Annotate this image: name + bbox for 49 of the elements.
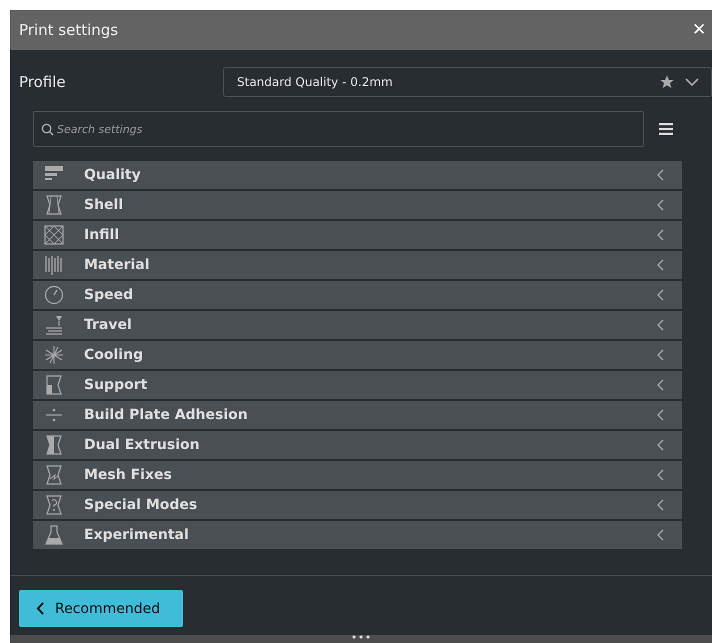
- chevron-left-icon: [656, 259, 666, 271]
- category-header[interactable]: Support: [33, 371, 682, 399]
- fan-icon: [44, 345, 64, 365]
- gauge-icon: [44, 285, 64, 305]
- profile-dropdown[interactable]: Standard Quality - 0.2mm: [223, 67, 712, 97]
- close-button[interactable]: ✕: [692, 20, 712, 40]
- category-header[interactable]: Quality: [33, 161, 682, 189]
- support-icon: [44, 375, 64, 395]
- chevron-left-icon: [656, 289, 666, 301]
- recommended-button[interactable]: Recommended: [19, 590, 183, 627]
- chevron-left-icon: [656, 499, 666, 511]
- category-header[interactable]: Experimental: [33, 521, 682, 549]
- nozzle-icon: [44, 315, 64, 335]
- category-header[interactable]: Travel: [33, 311, 682, 339]
- category-header[interactable]: Special Modes: [33, 491, 682, 519]
- category-header[interactable]: Mesh Fixes: [33, 461, 682, 489]
- category-header[interactable]: Material: [33, 251, 682, 279]
- vase-icon: [44, 465, 64, 485]
- chevron-left-icon: [656, 229, 666, 241]
- search-icon: [41, 123, 54, 136]
- chevron-left-icon: [656, 199, 666, 211]
- window-title: Print settings: [19, 21, 118, 39]
- star-icon[interactable]: [659, 74, 675, 90]
- vase-icon: [44, 435, 64, 455]
- chevron-left-icon: [656, 379, 666, 391]
- chevron-left-icon: [656, 169, 666, 181]
- vase-icon: [44, 195, 64, 215]
- grip-icon[interactable]: [351, 635, 371, 639]
- chevron-left-icon: [656, 319, 666, 331]
- category-header[interactable]: Infill: [33, 221, 682, 249]
- flask-icon: [44, 525, 64, 545]
- chevron-left-icon: [656, 439, 666, 451]
- profile-label: Profile: [19, 73, 67, 91]
- chevron-left-icon: [656, 409, 666, 421]
- chevron-left-icon: [656, 469, 666, 481]
- category-header[interactable]: Speed: [33, 281, 682, 309]
- search-field[interactable]: Search settings: [33, 111, 644, 147]
- chevron-left-icon: [656, 529, 666, 541]
- chevron-left-icon: [656, 349, 666, 361]
- lines-icon: [44, 255, 64, 275]
- category-header[interactable]: Cooling: [33, 341, 682, 369]
- menu-icon[interactable]: [659, 123, 673, 135]
- chevron-left-icon: [36, 602, 45, 615]
- grid-icon: [44, 225, 64, 245]
- category-header[interactable]: Build Plate Adhesion: [33, 401, 682, 429]
- category-header[interactable]: Shell: [33, 191, 682, 219]
- vase-icon: [44, 495, 64, 515]
- category-header[interactable]: Dual Extrusion: [33, 431, 682, 459]
- chevron-down-icon[interactable]: [685, 77, 699, 87]
